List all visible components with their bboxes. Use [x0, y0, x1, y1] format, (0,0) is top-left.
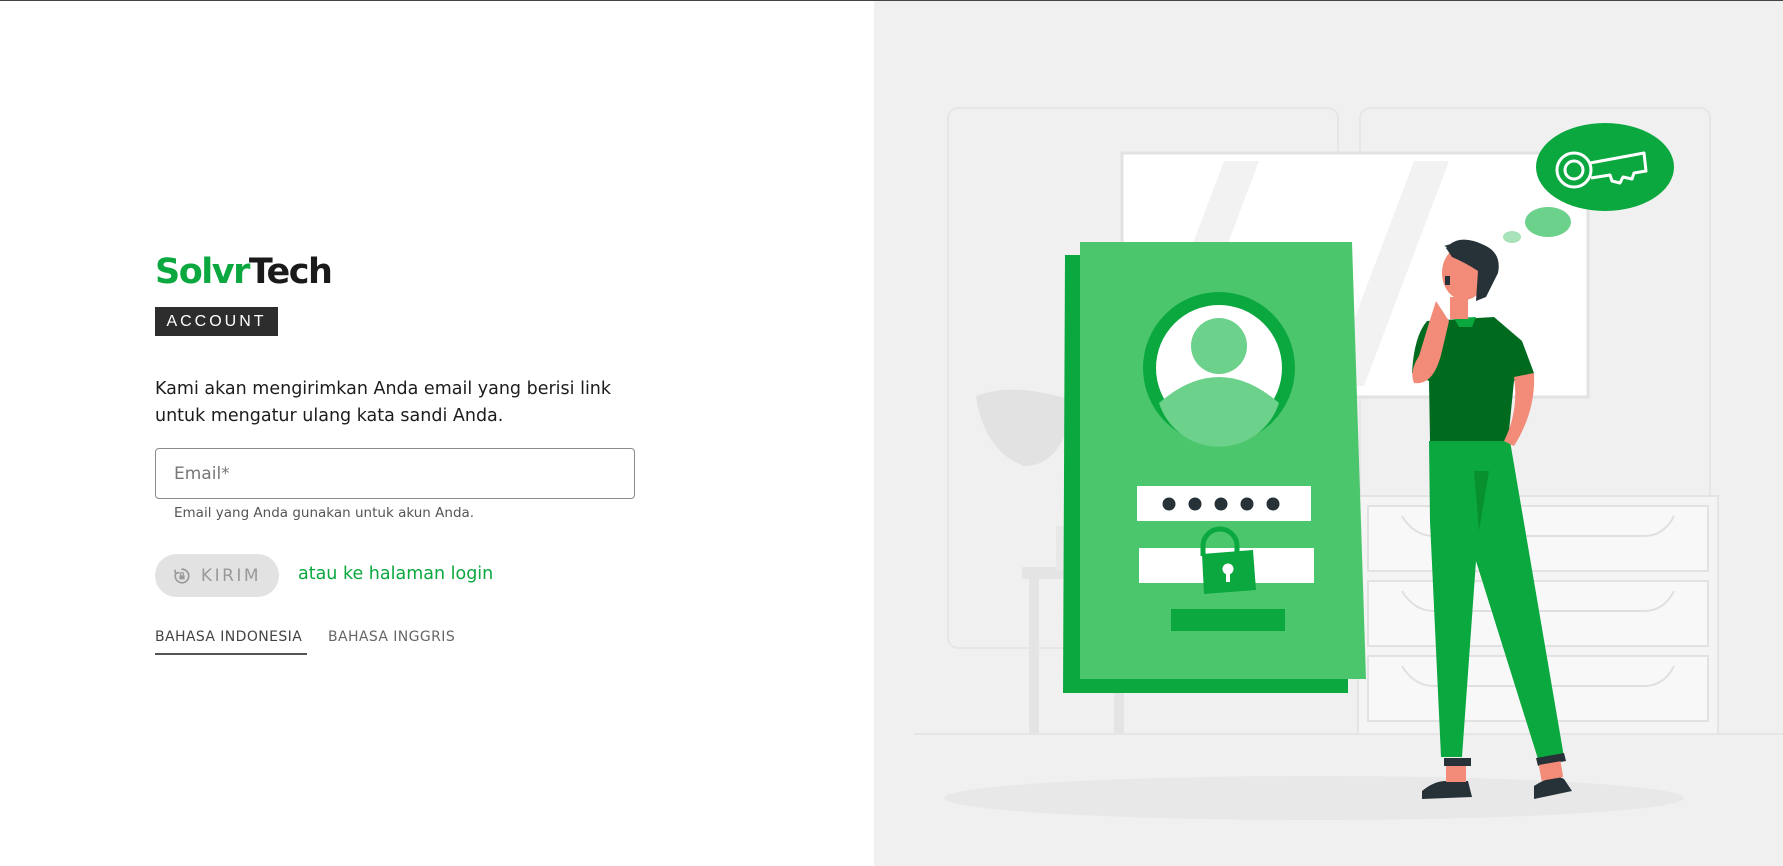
send-button[interactable]: KIRIM — [155, 554, 279, 597]
logo-tech-text: Tech — [248, 252, 333, 292]
login-page-link[interactable]: atau ke halaman login — [298, 564, 493, 584]
language-english[interactable]: BAHASA INGGRIS — [328, 629, 455, 645]
form-panel: SolvrTech ACCOUNT Kami akan mengirimkan … — [0, 1, 874, 866]
email-field[interactable] — [155, 448, 635, 499]
email-helper-text: Email yang Anda gunakan untuk akun Anda. — [174, 505, 475, 521]
illustration-panel — [874, 1, 1783, 866]
solvrtech-logo: SolvrTech — [155, 252, 333, 292]
send-button-label: KIRIM — [200, 565, 262, 586]
logo-solvr-text: Solvr — [155, 252, 250, 292]
instruction-text: Kami akan mengirimkan Anda email yang be… — [155, 379, 612, 426]
language-indonesian[interactable]: BAHASA INDONESIA — [155, 629, 307, 655]
account-badge: ACCOUNT — [155, 307, 278, 336]
reset-lock-icon — [173, 567, 190, 584]
forgot-password-illustration — [914, 107, 1783, 820]
reset-password-page: SolvrTech ACCOUNT Kami akan mengirimkan … — [0, 0, 1783, 866]
email-input[interactable] — [156, 449, 634, 498]
